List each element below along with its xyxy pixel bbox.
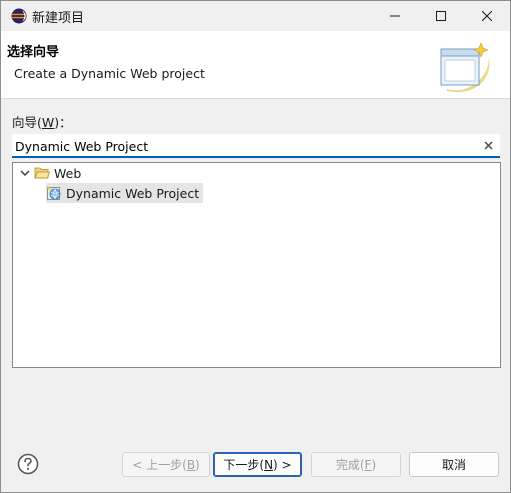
banner-description: Create a Dynamic Web project: [14, 66, 205, 81]
maximize-button[interactable]: [418, 1, 464, 31]
wizard-filter-field[interactable]: [12, 134, 500, 158]
new-wizard-graphic-icon: [440, 42, 490, 93]
tree-item-web[interactable]: Web: [18, 163, 81, 183]
wizard-tree[interactable]: Web Dynamic Web Project: [12, 162, 501, 368]
clear-icon: [484, 141, 492, 149]
banner-title: 选择向导: [7, 45, 60, 60]
tree-item-label: Dynamic Web Project: [66, 185, 200, 201]
clear-filter-button[interactable]: [480, 137, 496, 153]
tree-item-dynamic-web-project[interactable]: Dynamic Web Project: [46, 183, 204, 203]
cancel-button[interactable]: 取消: [409, 452, 499, 477]
back-button[interactable]: < 上一步(B): [122, 452, 210, 477]
tree-item-label: Web: [54, 165, 82, 181]
help-icon[interactable]: [17, 453, 39, 475]
close-button[interactable]: [464, 1, 510, 31]
minimize-button[interactable]: [372, 1, 418, 31]
next-button[interactable]: 下一步(N) >: [213, 452, 302, 477]
eclipse-icon: [11, 8, 27, 24]
minimize-icon: [390, 15, 400, 17]
folder-open-icon: [34, 167, 50, 179]
finish-button[interactable]: 完成(F): [311, 452, 401, 477]
wizard-label: 向导(W)：: [12, 115, 72, 130]
wizard-banner: 选择向导 Create a Dynamic Web project: [1, 31, 510, 99]
chevron-down-icon[interactable]: [18, 166, 32, 180]
close-icon: [482, 11, 492, 21]
web-project-icon: [46, 186, 61, 200]
title-bar[interactable]: 新建项目: [1, 1, 510, 31]
wizard-filter-input[interactable]: [15, 136, 475, 156]
window-title: 新建项目: [32, 11, 85, 26]
maximize-icon: [436, 11, 446, 21]
new-project-dialog: 新建项目 选择向导 Create a Dynamic Web project 向…: [0, 0, 511, 493]
